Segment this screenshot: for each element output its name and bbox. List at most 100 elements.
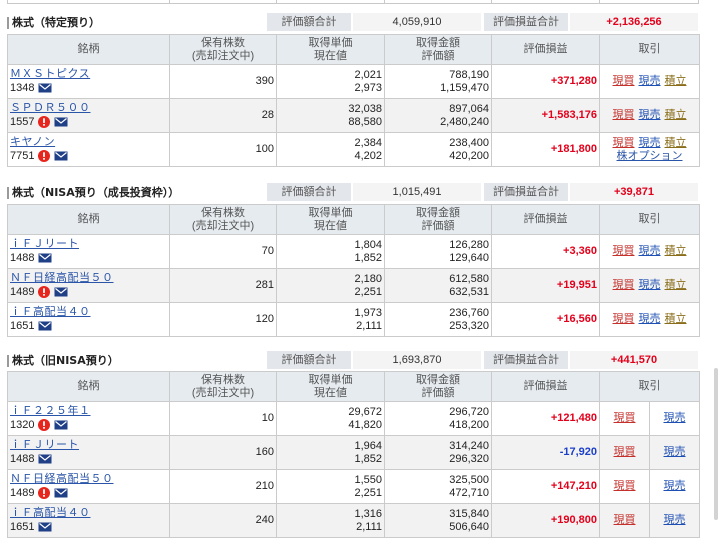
header-quantity: 保有株数 (売却注文中) [169,34,277,65]
spot-sell-link[interactable]: 現売 [639,109,661,121]
trade-buy-cell: 現買 [599,401,650,436]
header-quantity: 保有株数 (売却注文中) [169,371,277,402]
header-cost-total-label: 取得金額 [416,36,460,49]
scrollbar-thumb[interactable] [714,368,718,520]
market-value: 632,531 [449,285,489,298]
trade-sell-cell: 現売 [649,435,700,470]
current-price: 2,111 [356,520,382,533]
spot-sell-link[interactable]: 現売 [664,514,686,526]
alert-icon[interactable] [38,286,51,298]
stock-cell: ｉＦ２２５年１ 1320 [7,401,170,436]
amount-cell: 296,720 418,200 [384,401,492,436]
section-header-nisa-growth: 株式（NISA預り（成長投資枠）） 評価額合計 1,015,491 評価損益合計… [7,183,699,201]
amount-cell: 236,760 253,320 [384,302,492,337]
header-cost-label: 取得単価 [308,36,353,49]
header-value-label: 評価額 [421,49,455,62]
stock-name-link[interactable]: ｉＦ高配当４０ [10,507,91,519]
mail-icon[interactable] [38,253,52,263]
market-value: 253,320 [449,319,489,332]
spot-buy-link[interactable]: 現買 [613,313,635,325]
stock-code: 1489 [10,486,35,499]
spot-buy-link[interactable]: 現買 [614,446,636,458]
stock-name-link[interactable]: ｉＦ高配当４０ [10,306,91,318]
mail-icon[interactable] [54,151,68,161]
section-title: 株式（旧NISA預り） [12,354,119,367]
header-trade: 取引 [599,204,700,235]
alert-icon[interactable] [38,487,51,499]
spot-sell-link[interactable]: 現売 [664,446,686,458]
accumulate-link[interactable]: 積立 [665,245,687,257]
spot-sell-link[interactable]: 現売 [639,313,661,325]
spot-buy-link[interactable]: 現買 [614,514,636,526]
market-value: 129,640 [449,251,489,264]
pl-total-label: 評価損益合計 [484,183,568,201]
mail-icon[interactable] [38,454,52,464]
acquisition-price: 1,550 [354,473,382,486]
header-pl: 評価損益 [491,371,600,402]
stock-code: 1651 [10,520,35,533]
spot-buy-link[interactable]: 現買 [614,412,636,424]
quantity: 100 [169,132,277,167]
mail-icon[interactable] [38,321,52,331]
stock-option-link[interactable]: 株オプション [617,150,683,162]
quantity: 10 [169,401,277,436]
spot-buy-link[interactable]: 現買 [613,75,635,87]
accumulate-link[interactable]: 積立 [665,313,687,325]
accumulate-link[interactable]: 積立 [665,109,687,121]
table-row: ｉＦ高配当４０ 1651 240 1,316 2,111 315,840 506,6… [7,503,700,538]
alert-icon[interactable] [38,116,51,128]
stock-name-link[interactable]: ｉＦＪリート [10,439,79,451]
current-price: 4,202 [354,149,382,162]
alert-icon[interactable] [38,150,51,162]
quantity: 120 [169,302,277,337]
quantity: 28 [169,98,277,133]
spot-buy-link[interactable]: 現買 [613,279,635,291]
table-row: ｉＦＪリート 1488 160 1,964 1,852 314,240 296,32… [7,435,700,470]
spot-sell-link[interactable]: 現売 [664,412,686,424]
trade-buy-cell: 現買 [599,435,650,470]
header-quantity-label: 保有株数 [201,373,245,386]
stock-code: 1488 [10,452,35,465]
spot-buy-link[interactable]: 現買 [614,480,636,492]
stock-code: 1651 [10,319,35,332]
spot-sell-link[interactable]: 現売 [664,480,686,492]
market-value: 506,640 [449,520,489,533]
mail-icon[interactable] [54,420,68,430]
accumulate-link[interactable]: 積立 [665,279,687,291]
mail-icon[interactable] [38,522,52,532]
mail-icon[interactable] [54,488,68,498]
price-cell: 1,973 2,111 [276,302,385,337]
spot-sell-link[interactable]: 現売 [639,245,661,257]
trade-cell: 現買 現売 積立 [599,64,700,99]
holdings-table-tokutei: 銘柄 保有株数 (売却注文中) 取得単価 現在値 取得金額 評価額 評価損益 取引 Ｍ… [7,34,700,167]
scrollbar-track[interactable] [712,0,720,543]
alert-icon[interactable] [38,419,51,431]
current-price: 41,820 [348,418,382,431]
acquisition-amount: 314,240 [449,439,489,452]
mail-icon[interactable] [38,83,52,93]
stock-name-link[interactable]: ＭＸＳトピクス [10,68,90,80]
table-header-row: 銘柄 保有株数 (売却注文中) 取得単価 現在値 取得金額 評価額 評価損益 取引 [7,204,700,235]
spot-sell-link[interactable]: 現売 [639,279,661,291]
spot-sell-link[interactable]: 現売 [639,75,661,87]
header-quantity-label: 保有株数 [201,206,245,219]
accumulate-link[interactable]: 積立 [665,137,687,149]
header-cost-total-label: 取得金額 [416,206,460,219]
stock-name-link[interactable]: キヤノン [10,136,55,148]
stock-name-link[interactable]: ｉＦ２２５年１ [10,405,91,417]
stock-name-link[interactable]: ＮＦ日経高配当５０ [10,473,114,485]
spot-sell-link[interactable]: 現売 [639,137,661,149]
header-name: 銘柄 [7,371,170,402]
mail-icon[interactable] [54,117,68,127]
current-price: 2,251 [354,486,382,499]
unrealized-pl: +121,480 [491,401,600,436]
spot-buy-link[interactable]: 現買 [613,245,635,257]
trade-cell: 現買 現売 積立 株オプション [599,132,700,167]
spot-buy-link[interactable]: 現買 [613,137,635,149]
stock-name-link[interactable]: ｉＦＪリート [10,238,79,250]
mail-icon[interactable] [54,287,68,297]
stock-name-link[interactable]: ＮＦ日経高配当５０ [10,272,114,284]
spot-buy-link[interactable]: 現買 [613,109,635,121]
accumulate-link[interactable]: 積立 [665,75,687,87]
stock-name-link[interactable]: ＳＰＤＲ５００ [10,102,91,114]
